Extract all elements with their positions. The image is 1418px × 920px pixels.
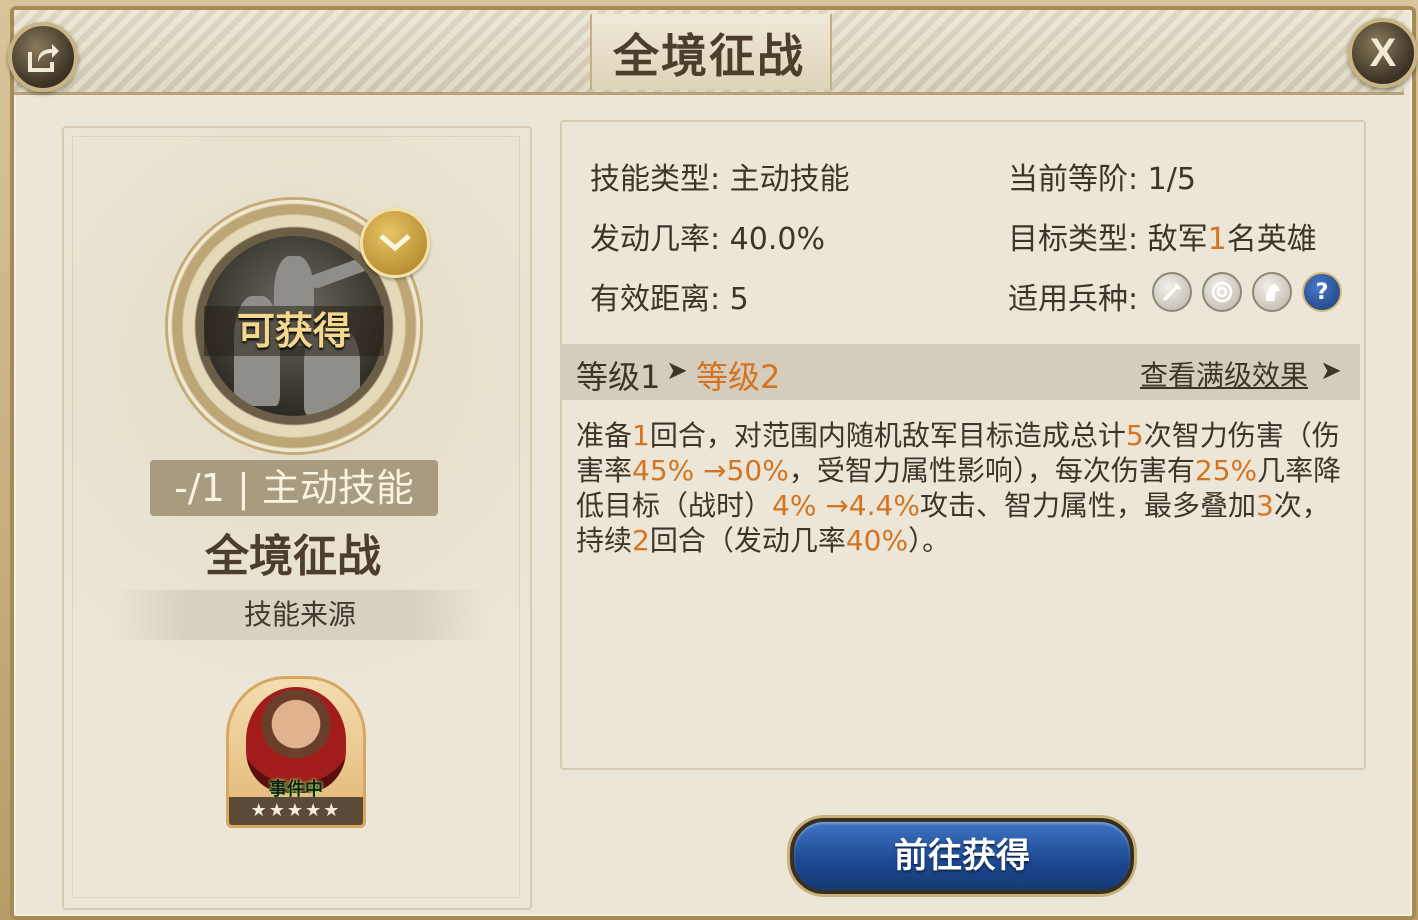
skill-type-row: 技能类型: 主动技能 (590, 154, 850, 198)
sword-icon[interactable] (1152, 272, 1192, 312)
skill-description: 准备1回合，对范围内随机敌军目标造成总计5次智力伤害（伤害率45% →50%，受… (576, 419, 1342, 557)
hero-stars: ★★★★★ (229, 797, 363, 825)
hero-portrait[interactable]: 事件中 ★★★★★ (226, 676, 366, 828)
skill-name: 全境征战 (205, 531, 381, 582)
current-rank-row: 当前等阶: 1/5 (1008, 154, 1196, 198)
troops-row: 适用兵种: (1008, 274, 1138, 318)
chevron-down-icon (379, 234, 411, 252)
question-icon[interactable]: ? (1302, 272, 1342, 312)
close-icon: X (1369, 30, 1397, 75)
troops-label: 适用兵种: (1008, 282, 1139, 317)
next-level-label: 等级2 (696, 358, 781, 396)
current-rank-label: 当前等阶: (1008, 162, 1139, 197)
skill-type-label: 技能类型: (590, 162, 721, 197)
target-icon[interactable] (1202, 272, 1242, 312)
range-row: 有效距离: 5 (590, 274, 749, 318)
trigger-rate-label: 发动几率: (590, 222, 721, 257)
range-label: 有效距离: (590, 282, 721, 317)
range-value: 5 (729, 282, 749, 317)
target-type-suffix: 名英雄 (1226, 222, 1317, 257)
target-type-count: 1 (1207, 222, 1227, 257)
target-type-label: 目标类型: (1008, 222, 1139, 257)
view-full-effect-link[interactable]: 查看满级效果 (1140, 354, 1308, 394)
expand-button[interactable] (360, 208, 430, 278)
full-effect-arrow-icon[interactable]: ➤ (1320, 356, 1342, 386)
level-arrow-icon: ➤ (666, 356, 688, 386)
current-level-label: 等级1 (576, 358, 661, 396)
go-obtain-button[interactable]: 前往获得 (790, 818, 1134, 894)
skill-type-value: 主动技能 (729, 162, 850, 197)
horse-icon[interactable] (1252, 272, 1292, 312)
dialog-title: 全境征战 (613, 29, 805, 83)
target-type-prefix: 敌军 (1147, 222, 1208, 257)
current-rank-value: 1/5 (1147, 162, 1196, 197)
skill-source-label: 技能来源 (112, 590, 488, 640)
troop-icons: ? (1152, 272, 1342, 312)
close-button[interactable]: X (1348, 18, 1418, 88)
obtainable-label: 可获得 (204, 306, 384, 356)
share-icon (28, 44, 59, 72)
trigger-rate-value: 40.0% (729, 222, 825, 257)
trigger-rate-row: 发动几率: 40.0% (590, 214, 825, 258)
target-type-row: 目标类型: 敌军1名英雄 (1008, 214, 1317, 258)
share-button[interactable] (8, 22, 78, 92)
skill-level-tag: -/1 | 主动技能 (150, 460, 438, 516)
